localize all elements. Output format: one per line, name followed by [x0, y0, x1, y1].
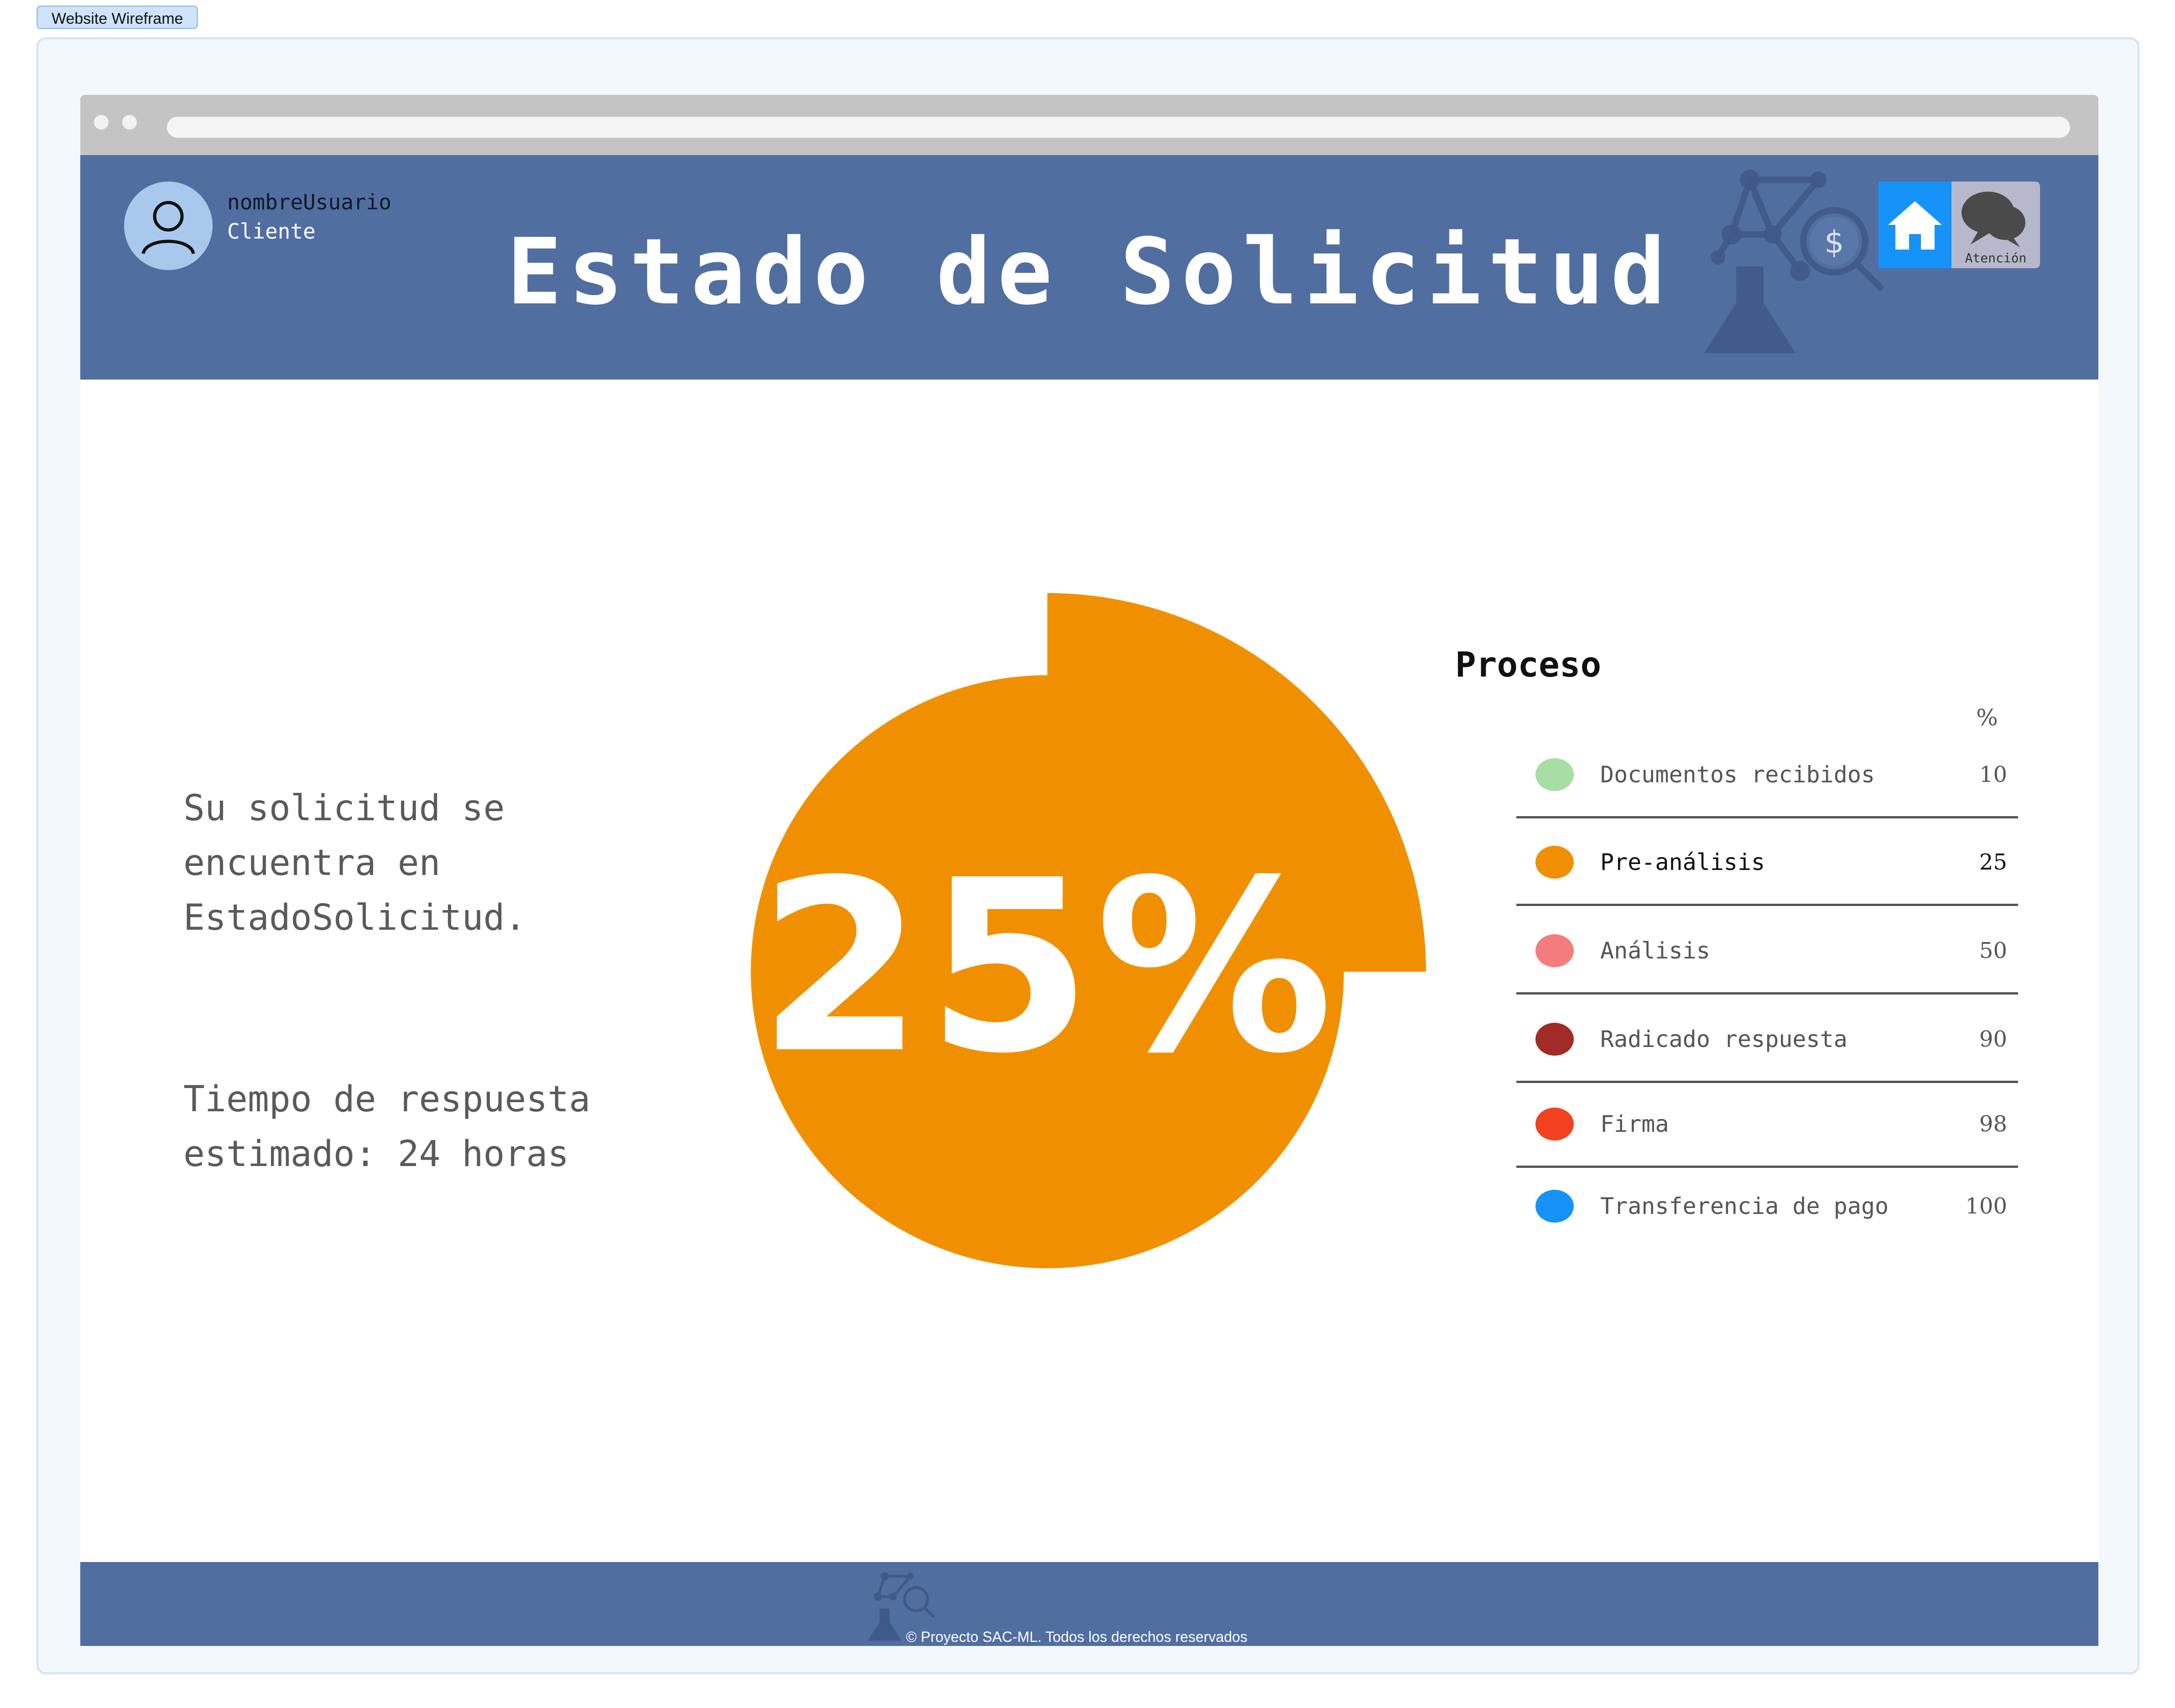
step-status-dot [1535, 934, 1574, 967]
step-label: Radicado respuesta [1600, 1026, 1847, 1052]
response-time-text: Tiempo de respuesta estimado: 24 horas [183, 1079, 591, 1175]
page-title: Estado de Solicitud [507, 219, 1672, 325]
user-name: nombreUsuario [227, 190, 392, 214]
percent-column-header: % [1976, 704, 1998, 731]
process-step-radicado[interactable]: Radicado respuesta 90 [1516, 995, 2018, 1083]
step-status-dot [1535, 1190, 1574, 1223]
process-step-analisis[interactable]: Análisis 50 [1516, 907, 2018, 995]
process-step-pre-analisis[interactable]: Pre-análisis 25 [1516, 818, 2018, 906]
step-status-dot [1535, 1108, 1574, 1140]
step-label: Documentos recibidos [1600, 761, 1875, 788]
process-step-transferencia[interactable]: Transferencia de pago 100 [1516, 1162, 2018, 1250]
address-bar[interactable] [167, 117, 2070, 138]
step-percent: 50 [1979, 938, 2007, 963]
step-label: Transferencia de pago [1600, 1193, 1889, 1219]
header: nombreUsuario Cliente $ Atención Estado … [80, 155, 2098, 380]
step-label: Análisis [1600, 937, 1710, 964]
page: nombreUsuario Cliente $ Atención Estado … [80, 155, 2098, 1646]
step-label: Firma [1600, 1111, 1669, 1137]
footer: © Proyecto SAC-ML. Todos los derechos re… [80, 1562, 2098, 1646]
progress-percent-label: 25% [758, 829, 1337, 1105]
step-status-dot [1535, 846, 1574, 879]
step-divider [1516, 904, 2018, 906]
browser-chrome [80, 95, 2098, 155]
copyright-text: © Proyecto SAC-ML. Todos los derechos re… [906, 1629, 1248, 1645]
process-step-firma[interactable]: Firma 98 [1516, 1080, 2018, 1168]
step-status-dot [1535, 758, 1574, 791]
step-divider [1516, 992, 2018, 995]
step-percent: 10 [1979, 762, 2007, 787]
step-percent: 98 [1979, 1111, 2007, 1137]
process-title: Proceso [1455, 644, 1602, 685]
wireframe-tag: Website Wireframe [36, 5, 198, 29]
step-percent: 90 [1979, 1026, 2007, 1052]
window-dot [122, 115, 137, 130]
step-status-dot [1535, 1023, 1574, 1056]
window-dot [94, 115, 109, 130]
step-label: Pre-análisis [1600, 849, 1765, 875]
status-message: Su solicitud se encuentra en EstadoSolic… [183, 788, 526, 938]
step-percent: 100 [1965, 1193, 2007, 1219]
step-percent: 25 [1979, 849, 2007, 875]
process-step-documentos[interactable]: Documentos recibidos 10 [1516, 731, 2018, 818]
